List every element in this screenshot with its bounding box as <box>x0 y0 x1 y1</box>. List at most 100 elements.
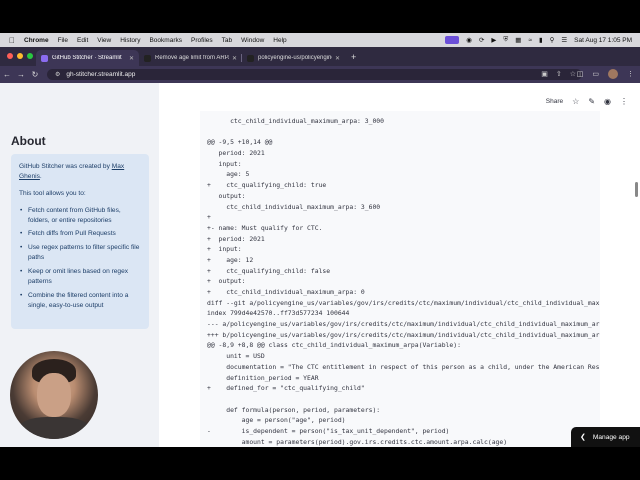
forward-icon[interactable]: → <box>14 70 28 79</box>
profile-avatar[interactable] <box>608 69 618 79</box>
code-line: age: 5 <box>207 170 250 179</box>
code-line: def formula(person, period, parameters): <box>207 405 381 414</box>
intro-prefix: GitHub Stitcher was created by <box>19 163 112 170</box>
code-output-block[interactable]: ctc_child_individual_maximum_arpa: 3_000… <box>200 111 600 447</box>
code-line: + ctc_qualifying_child: true <box>207 181 327 190</box>
main-menu-icon[interactable]: ⋮ <box>620 97 628 106</box>
shield-icon[interactable]: ⛨ <box>503 36 508 44</box>
menu-history[interactable]: History <box>120 37 140 44</box>
menu-bookmarks[interactable]: Bookmarks <box>149 37 182 44</box>
share-button[interactable]: Share <box>546 98 563 105</box>
code-line: + period: 2021 <box>207 234 265 243</box>
search-icon[interactable]: ⚲ <box>550 36 555 44</box>
menu-profiles[interactable]: Profiles <box>191 37 213 44</box>
battery-icon[interactable]: ▮ <box>539 36 543 44</box>
code-line: input: <box>207 159 242 168</box>
sidepanel-icon[interactable]: ▭ <box>592 70 599 78</box>
list-item: Use regex patterns to filter specific fi… <box>19 243 141 263</box>
menu-help[interactable]: Help <box>273 37 286 44</box>
menu-file[interactable]: File <box>58 37 68 44</box>
code-line: +- name: Must qualify for CTC. <box>207 223 323 232</box>
tab-remove-age-limit[interactable]: Remove age limit from ARPA ✕ <box>139 50 242 66</box>
chevron-left-icon: ❮ <box>580 434 586 441</box>
list-item: Keep or omit lines based on regex patter… <box>19 267 141 287</box>
play-icon[interactable]: ▶ <box>491 36 496 44</box>
feature-list: Fetch content from GitHub files, folders… <box>19 206 141 311</box>
control-center-icon[interactable]: ☰ <box>561 36 567 44</box>
window-controls <box>7 53 33 59</box>
code-line: period: 2021 <box>207 149 265 158</box>
code-line: + output: <box>207 277 246 286</box>
list-item: Fetch diffs from Pull Requests <box>19 229 141 239</box>
reload-icon[interactable]: ↻ <box>28 70 42 79</box>
apple-icon[interactable]:  <box>9 36 15 45</box>
code-line: - is_dependent = person("is_tax_unit_dep… <box>207 426 450 435</box>
site-info-icon[interactable]: ⚙ <box>55 71 60 78</box>
tab-github-stitcher[interactable]: GitHub Stitcher · Streamlit ✕ <box>36 50 139 66</box>
menu-edit[interactable]: Edit <box>77 37 88 44</box>
minimize-window-button[interactable] <box>17 53 23 59</box>
github-icon[interactable]: ◉ <box>604 97 611 106</box>
github-favicon-icon <box>144 54 151 62</box>
share-page-icon[interactable]: ⇧ <box>556 70 562 78</box>
webcam-shirt <box>18 417 90 439</box>
tab-policyengine-us[interactable]: policyengine-us/policyengine ✕ <box>242 50 345 66</box>
manage-app-button[interactable]: ❮ Manage app <box>571 427 640 447</box>
github-favicon-icon <box>247 54 254 62</box>
code-line: + ctc_qualifying_child: false <box>207 266 331 275</box>
close-tab-icon[interactable]: ✕ <box>129 55 134 62</box>
code-line: output: <box>207 191 246 200</box>
bookmark-star-icon[interactable]: ☆ <box>570 70 576 78</box>
extensions-icon[interactable]: ◫ <box>577 70 584 78</box>
code-line: unit = USD <box>207 352 265 361</box>
grid-icon[interactable]: ▦ <box>515 36 521 44</box>
back-icon[interactable]: ← <box>0 70 14 79</box>
edit-icon[interactable]: ✎ <box>588 97 595 106</box>
code-line: index 799d4e42570..ff73d577234 100644 <box>207 309 350 318</box>
list-item: Combine the filtered content into a sing… <box>19 291 141 311</box>
sync-icon[interactable]: ⟳ <box>479 36 484 44</box>
status-icon[interactable]: ◉ <box>466 36 472 44</box>
more-menu-icon[interactable]: ⋮ <box>627 70 634 78</box>
menu-tab[interactable]: Tab <box>222 37 232 44</box>
zoom-window-button[interactable] <box>27 53 33 59</box>
star-icon[interactable]: ☆ <box>572 97 579 106</box>
new-tab-icon[interactable]: + <box>345 50 362 66</box>
url-text: gh-stitcher.streamlit.app <box>66 71 136 78</box>
close-tab-icon[interactable]: ✕ <box>335 55 340 62</box>
recording-icon[interactable] <box>445 36 460 44</box>
macos-menubar:  Chrome File Edit View History Bookmark… <box>0 33 640 47</box>
webcam-overlay <box>10 351 98 439</box>
about-info-box: GitHub Stitcher was created by Max Gheni… <box>11 154 149 329</box>
install-icon[interactable]: ▣ <box>541 70 548 78</box>
code-line: + age: 12 <box>207 255 254 264</box>
code-line: age = person("age", period) <box>207 416 346 425</box>
code-line: definition_period = YEAR <box>207 373 319 382</box>
sidebar-title: About <box>11 134 46 148</box>
code-line: + defined_for = "ctc_qualifying_child" <box>207 384 365 393</box>
wifi-icon[interactable]: ≈ <box>528 37 532 44</box>
streamlit-page: About GitHub Stitcher was created by Max… <box>0 83 640 447</box>
code-line: amount = parameters(period).gov.irs.cred… <box>207 437 508 446</box>
code-line: documentation = "The CTC entitlement in … <box>226 362 600 371</box>
code-line: + ctc_child_individual_maximum_arpa: 0 <box>207 288 365 296</box>
menu-window[interactable]: Window <box>241 37 264 44</box>
streamlit-favicon-icon <box>41 54 48 62</box>
tab-label: GitHub Stitcher · Streamlit <box>52 55 122 61</box>
menu-app-name[interactable]: Chrome <box>24 37 49 44</box>
app-header-actions: Share ☆ ✎ ◉ ⋮ <box>546 97 628 106</box>
scrollbar[interactable] <box>635 182 638 197</box>
tab-label: policyengine-us/policyengine <box>258 55 332 61</box>
clock-text[interactable]: Sat Aug 17 1:05 PM <box>574 37 632 44</box>
address-actions: ▣ ⇧ ☆ <box>541 70 576 78</box>
address-bar[interactable]: ⚙ gh-stitcher.streamlit.app ▣ ⇧ ☆ <box>47 69 582 80</box>
browser-tabbar: GitHub Stitcher · Streamlit ✕ Remove age… <box>0 47 640 66</box>
code-line: @@ -8,9 +8,8 @@ class ctc_child_individu… <box>207 341 461 350</box>
close-window-button[interactable] <box>7 53 13 59</box>
sidebar: About GitHub Stitcher was created by Max… <box>0 83 159 447</box>
close-tab-icon[interactable]: ✕ <box>232 55 237 62</box>
intro-text: GitHub Stitcher was created by Max Gheni… <box>19 162 141 182</box>
menu-view[interactable]: View <box>97 37 111 44</box>
